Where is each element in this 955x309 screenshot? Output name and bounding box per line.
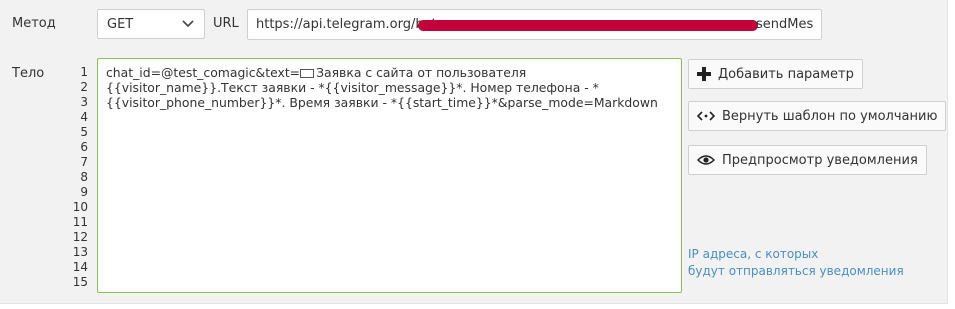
body-editor[interactable]: chat_id=@test_comagic&text= Заявка с сайт…	[97, 58, 682, 293]
eye-icon	[697, 155, 715, 165]
method-label: Метод	[12, 16, 56, 31]
add-parameter-label: Добавить параметр	[718, 66, 854, 82]
ip-addresses-link[interactable]: IP адреса, с которых будут отправляться …	[688, 246, 904, 280]
line-number: 8	[80, 170, 88, 184]
line-number: 15	[72, 275, 88, 289]
envelope-icon	[300, 69, 315, 78]
code-reset-icon	[697, 111, 715, 121]
line-number: 12	[72, 230, 88, 244]
line-number: 6	[80, 140, 88, 154]
method-select-value: GET	[107, 17, 134, 32]
add-parameter-button[interactable]: Добавить параметр	[688, 59, 863, 89]
line-number: 5	[80, 125, 88, 139]
body-editor-text: chat_id=@test_comagic&text= Заявка с сайт…	[106, 65, 666, 110]
body-line1-pre: chat_id=@test_comagic&text=	[106, 65, 301, 80]
url-input-value-end: sendMes	[756, 17, 814, 32]
body-label: Тело	[12, 66, 45, 81]
line-number: 9	[80, 185, 88, 199]
reset-template-label: Вернуть шаблон по умолчанию	[722, 108, 938, 124]
url-input[interactable]: https://api.telegram.org/bot sendMes	[247, 9, 822, 40]
preview-notification-label: Предпросмотр уведомления	[722, 152, 918, 168]
line-number: 13	[72, 245, 88, 259]
chevron-down-icon	[182, 20, 194, 28]
url-label: URL	[213, 16, 239, 31]
line-number: 10	[72, 200, 88, 214]
line-number-gutter: 1 2 3 4 5 6 7 8 9 10 11 12 13 14 15	[62, 65, 88, 290]
line-number: 2	[80, 80, 88, 94]
ip-link-line1: IP адреса, с которых	[688, 247, 819, 261]
url-input-value-start: https://api.telegram.org/bot	[256, 17, 437, 32]
line-number: 1	[80, 65, 88, 79]
reset-template-button[interactable]: Вернуть шаблон по умолчанию	[688, 101, 947, 131]
webhook-settings-panel: Метод GET URL https://api.telegram.org/b…	[0, 0, 948, 304]
url-redaction-mark	[418, 20, 758, 31]
line-number: 11	[72, 215, 88, 229]
line-number: 7	[80, 155, 88, 169]
line-number: 3	[80, 95, 88, 109]
line-number: 4	[80, 110, 88, 124]
preview-notification-button[interactable]: Предпросмотр уведомления	[688, 145, 927, 175]
line-number: 14	[72, 260, 88, 274]
method-select[interactable]: GET	[97, 9, 205, 39]
plus-icon	[697, 67, 711, 81]
ip-link-line2: будут отправляться уведомления	[688, 264, 904, 278]
